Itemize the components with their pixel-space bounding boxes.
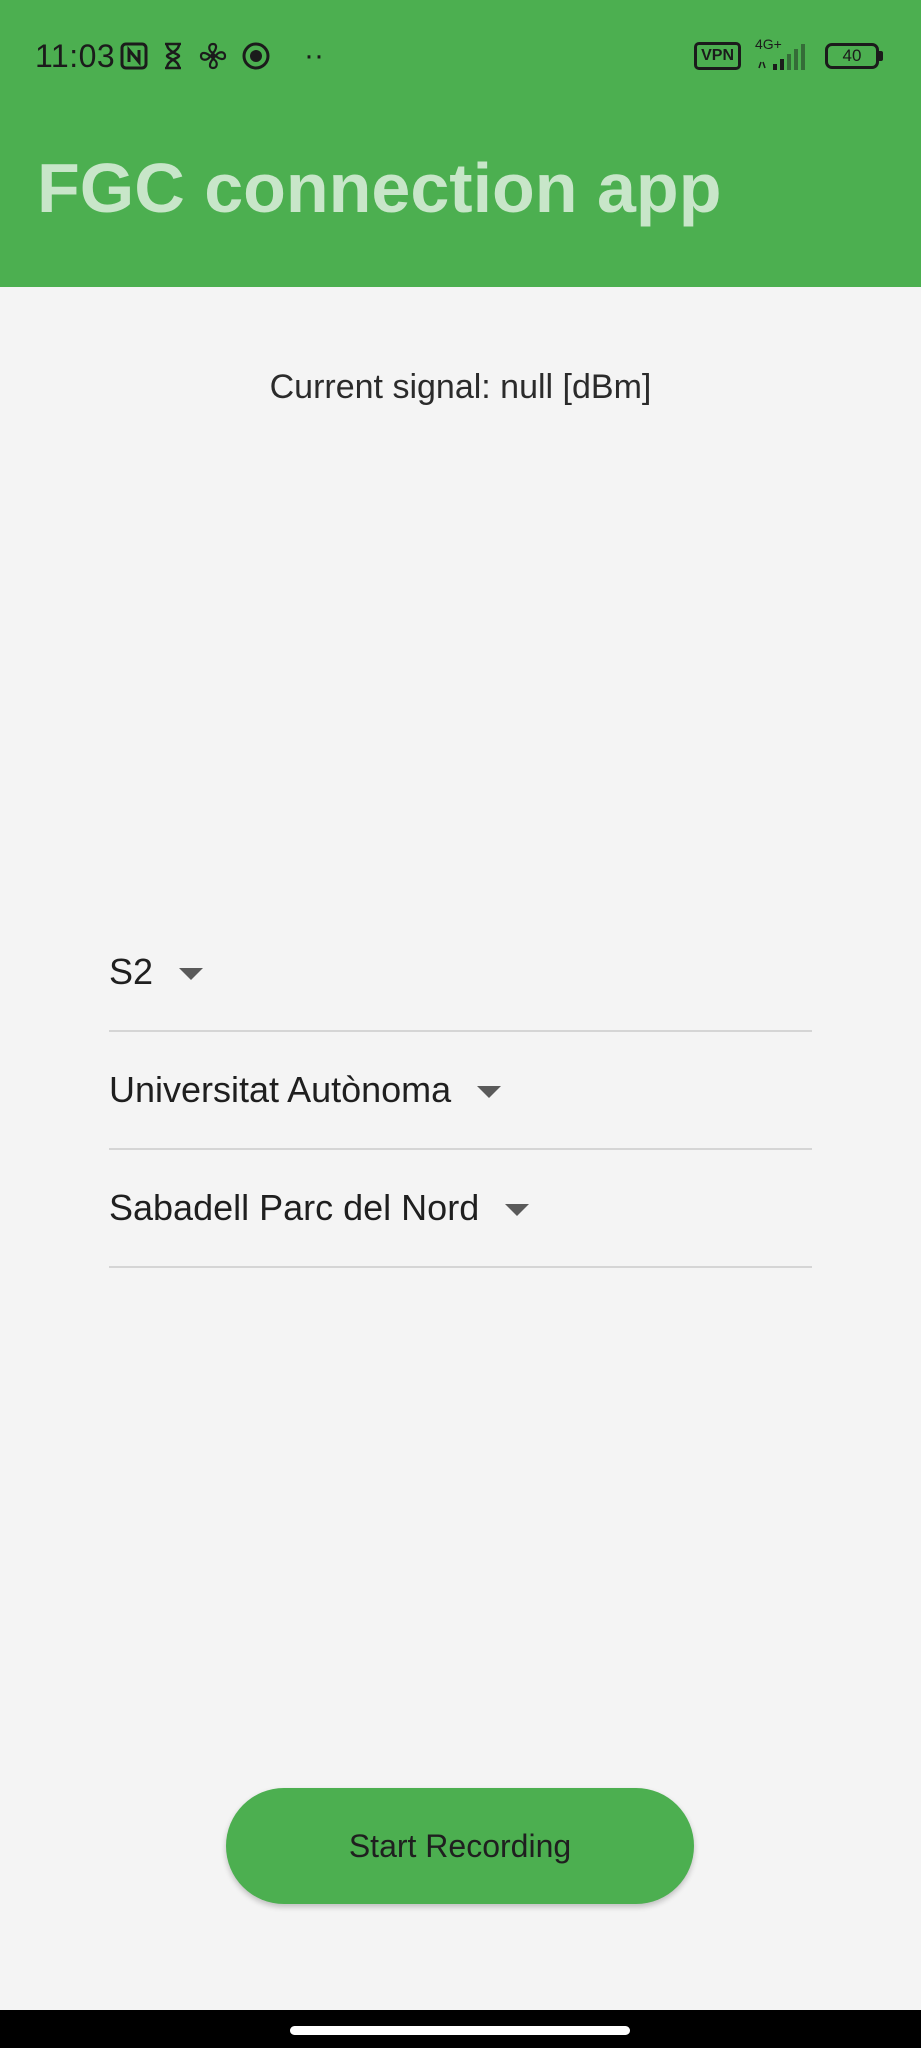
fan-icon [198,41,228,71]
status-time: 11:03 [35,38,116,74]
hourglass-icon [162,42,184,70]
chevron-down-icon [505,1204,530,1216]
cellular-signal-icon: 4G+ [755,36,811,74]
overflow-dots: ·· [304,39,324,72]
vpn-icon: VPN [694,42,741,70]
nfc-icon [120,42,148,70]
app-screen: 11:03 ·· VPN 4G+ 40 FGC connection app C… [0,0,921,2048]
origin-station-value: Universitat Autònoma [109,1069,452,1110]
home-indicator[interactable] [290,2026,630,2035]
app-title: FGC connection app [37,149,722,227]
status-system-icons: VPN 4G+ 40 [694,36,883,76]
battery-icon: 40 [825,43,883,69]
origin-station-dropdown[interactable]: Universitat Autònoma [109,1032,812,1150]
start-recording-button[interactable]: Start Recording [226,1788,694,1904]
line-dropdown-value: S2 [109,951,154,992]
current-signal-label: Current signal: null [dBm] [269,368,652,406]
destination-station-dropdown[interactable]: Sabadell Parc del Nord [109,1150,812,1268]
battery-level: 40 [825,43,879,69]
chevron-down-icon [477,1086,502,1098]
destination-station-value: Sabadell Parc del Nord [109,1187,480,1228]
chevron-down-icon [179,968,204,980]
system-navigation-bar [0,2010,921,2048]
status-notification-icons: ·· [120,38,324,74]
battery-tip [879,51,883,61]
line-dropdown[interactable]: S2 [109,914,812,1032]
circle-app-icon [242,42,270,70]
status-bar: 11:03 ·· VPN 4G+ 40 [0,0,921,110]
app-bar: 11:03 ·· VPN 4G+ 40 FGC connection app [0,0,921,287]
